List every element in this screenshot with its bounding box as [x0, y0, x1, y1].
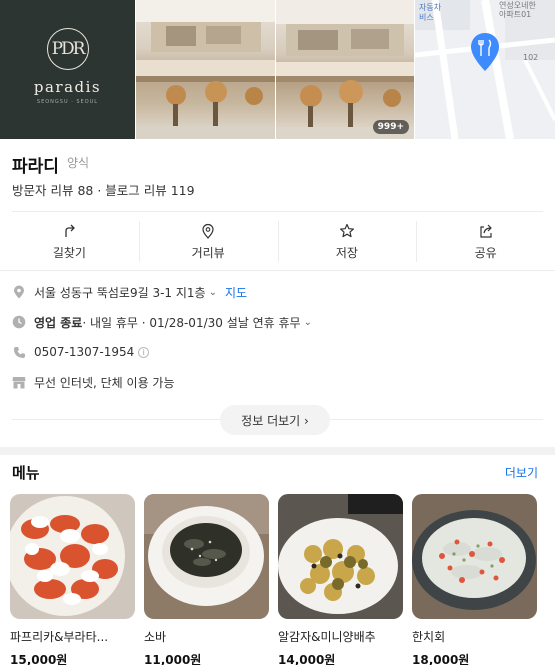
star-icon [339, 223, 354, 237]
share-label: 공유 [474, 245, 497, 260]
menu-item-price: 11,000원 [144, 653, 202, 665]
review-summary[interactable]: 방문자 리뷰 88 · 블로그 리뷰 119 [12, 180, 195, 199]
menu-item[interactable]: 소바 11,000원 [144, 494, 269, 665]
interior-photo-2[interactable] [276, 0, 414, 139]
menu-item-photo[interactable] [144, 494, 269, 619]
hours-row[interactable]: 영업 종료 · 내일 휴무 · 01/28-01/30 설날 연휴 휴무 ⌄ [12, 312, 312, 332]
place-category: 양식 [67, 156, 90, 170]
facilities-text: 무선 인터넷, 단체 이용 가능 [34, 375, 175, 390]
menu-section-title: 메뉴 [12, 464, 40, 482]
logo-monogram: PDR [46, 28, 89, 70]
more-info-button[interactable]: 정보 더보기 › [220, 405, 330, 435]
business-status: 영업 종료 [34, 315, 83, 330]
share-icon [480, 224, 492, 238]
logo-text: paradis [33, 78, 102, 96]
divider [12, 211, 543, 212]
save-button[interactable]: 저장 [277, 213, 417, 270]
soba-photo [144, 494, 269, 619]
location-pin-icon [202, 223, 214, 239]
svg-text:연성오네한: 연성오네한 [499, 1, 536, 10]
action-bar: 길찾기 거리뷰 저장 공유 [0, 213, 555, 270]
directions-icon [65, 224, 76, 237]
menu-item[interactable]: 알감자&미니양배추 14,000원 [278, 494, 403, 665]
photo-count-badge[interactable]: 999+ [372, 120, 409, 134]
map-pin-icon [471, 33, 499, 71]
menu-item-name: 파프리카&부라타... [10, 630, 109, 644]
menu-item-photo[interactable] [412, 494, 537, 619]
squid-sashimi-photo [412, 494, 537, 619]
menu-item-photo[interactable] [10, 494, 135, 619]
map-link[interactable]: 지도 [225, 284, 247, 301]
menu-item-price: 18,000원 [412, 653, 470, 665]
place-name: 파라디 [12, 157, 59, 177]
street-view-label: 거리뷰 [191, 245, 225, 260]
menu-item[interactable]: 파프리카&부라타... 15,000원 [10, 494, 135, 665]
potato-brussels-photo [278, 494, 403, 619]
phone-icon [12, 345, 26, 359]
location-pin-icon [12, 285, 26, 299]
info-icon[interactable]: i [138, 346, 150, 358]
menu-item-name: 소바 [144, 630, 167, 644]
hours-detail: · 내일 휴무 · 01/28-01/30 설날 연휴 휴무 [82, 315, 301, 330]
logo-photo[interactable]: PDR paradis SEONGSU · SEOUL [0, 0, 135, 139]
directions-button[interactable]: 길찾기 [0, 213, 139, 270]
directions-label: 길찾기 [52, 245, 86, 260]
section-gap [0, 447, 555, 455]
menu-item-name: 한치회 [412, 630, 446, 644]
menu-more-link[interactable]: 더보기 [505, 464, 538, 481]
divider [0, 270, 555, 271]
street-view-button[interactable]: 거리뷰 [138, 213, 278, 270]
address-text[interactable]: 서울 성동구 뚝섬로9길 3-1 지1층 [34, 284, 206, 301]
store-icon [12, 375, 26, 389]
map-thumbnail[interactable]: 자동차 비스 연성오네한 아파트01 102 [415, 0, 555, 139]
facilities-row: 무선 인터넷, 단체 이용 가능 [12, 372, 175, 392]
menu-item-price: 14,000원 [278, 653, 336, 665]
menu-item-photo[interactable] [278, 494, 403, 619]
menu-item-price: 15,000원 [10, 653, 68, 665]
svg-text:아파트01: 아파트01 [499, 9, 531, 19]
chevron-down-icon[interactable]: ⌄ [209, 287, 217, 298]
phone-number[interactable]: 0507-1307-1954 [34, 345, 134, 359]
svg-text:비스: 비스 [419, 13, 434, 22]
phone-row: 0507-1307-1954 i [12, 342, 150, 362]
menu-item-name: 알감자&미니양배추 [278, 630, 376, 644]
clock-icon [12, 315, 26, 329]
interior-illustration [136, 0, 275, 139]
chevron-down-icon[interactable]: ⌄ [304, 317, 312, 328]
address-row: 서울 성동구 뚝섬로9길 3-1 지1층 ⌄ 지도 [12, 282, 247, 302]
menu-item[interactable]: 한치회 18,000원 [412, 494, 537, 665]
interior-illustration-2 [276, 0, 414, 139]
logo-subtext: SEONGSU · SEOUL [36, 99, 99, 105]
share-button[interactable]: 공유 [416, 213, 555, 270]
svg-text:102: 102 [523, 53, 538, 62]
interior-photo-1[interactable] [136, 0, 275, 139]
svg-text:자동차: 자동차 [419, 3, 442, 12]
menu-list: 파프리카&부라타... 15,000원 소바 11,000원 알감자&미니양배추… [10, 494, 537, 665]
save-label: 저장 [335, 245, 358, 260]
paprika-burrata-photo [10, 494, 135, 619]
photo-strip[interactable]: PDR paradis SEONGSU · SEOUL 자동차 비스 연성오네한… [0, 0, 555, 139]
